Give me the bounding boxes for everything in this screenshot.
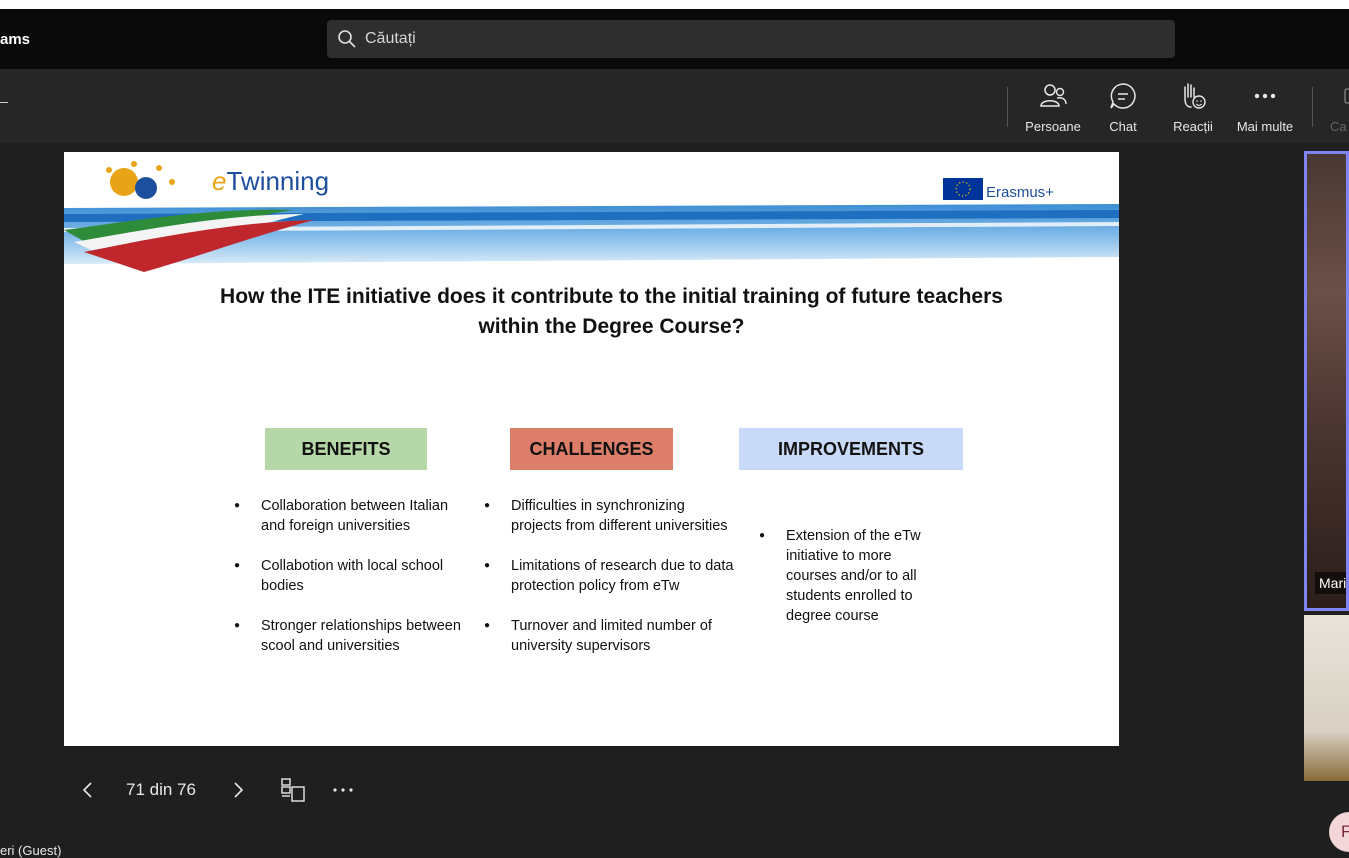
camera-button[interactable]: Ca — [1330, 81, 1349, 134]
erasmus-logo: Erasmus+ — [986, 184, 1054, 201]
people-label: Persoane — [1025, 119, 1081, 134]
benefits-list: Collaboration between Italian and foreig… — [234, 496, 474, 676]
chevron-right-icon — [234, 782, 244, 798]
more-dots-icon — [333, 788, 353, 792]
raise-hand-emoji-icon — [1184, 83, 1206, 109]
chat-label: Chat — [1109, 119, 1137, 134]
people-button[interactable]: Persoane — [1013, 81, 1093, 134]
list-item: Limitations of research due to data prot… — [484, 556, 734, 596]
etwinning-logo: eTwinning — [212, 166, 330, 196]
eu-flag-icon — [943, 178, 983, 200]
people-icon — [1040, 84, 1067, 107]
slide-question: How the ITE initiative does it contribut… — [220, 285, 1003, 338]
window-top-strip — [0, 0, 1349, 9]
toolbar-divider — [1312, 87, 1313, 127]
grid-view-icon — [281, 778, 305, 802]
guest-label: eri (Guest) — [0, 843, 62, 858]
reactions-label: Reacții — [1173, 119, 1213, 134]
camera-label: Ca — [1330, 119, 1347, 134]
app-title: ams — [0, 31, 31, 48]
list-item: Collaboration between Italian and foreig… — [234, 496, 474, 536]
participant-video-tile[interactable] — [1304, 615, 1349, 781]
reactions-button[interactable]: Reacții — [1153, 81, 1233, 134]
list-item: Turnover and limited number of universit… — [484, 616, 734, 656]
list-item: Extension of the eTw initiative to more … — [759, 526, 944, 626]
benefits-header: BENEFITS — [265, 428, 427, 470]
toolbar-divider — [1007, 87, 1008, 127]
participant-video — [1307, 154, 1346, 608]
participant-name: Mari — [1315, 572, 1346, 594]
more-button[interactable]: Mai multe — [1225, 81, 1305, 134]
slide-controls: 71 din 76 — [70, 770, 358, 810]
challenges-header: CHALLENGES — [510, 428, 673, 470]
page-indicator: 71 din 76 — [126, 780, 196, 799]
participant-video-tile[interactable]: Mari — [1304, 151, 1349, 611]
challenges-list: Difficulties in synchronizing projects f… — [484, 496, 734, 676]
camera-icon — [1344, 88, 1349, 104]
chat-icon — [1110, 83, 1136, 109]
more-label: Mai multe — [1236, 119, 1294, 134]
slide-grid-button[interactable] — [278, 778, 308, 802]
previous-slide-button[interactable] — [70, 780, 106, 800]
title-bar: ams Căutați — [0, 9, 1349, 69]
meeting-toolbar: Persoane Chat Reacții Mai multe Ca — [0, 69, 1349, 143]
next-slide-button[interactable] — [226, 780, 250, 800]
search-icon — [338, 30, 356, 48]
search-input[interactable]: Căutați — [365, 30, 416, 48]
improvements-header: IMPROVEMENTS — [739, 428, 963, 470]
list-item: Stronger relationships between scool and… — [234, 616, 474, 656]
list-item: Collabotion with local school bodies — [234, 556, 474, 596]
chevron-left-icon — [82, 782, 92, 798]
list-item: Difficulties in synchronizing projects f… — [484, 496, 734, 536]
more-dots-icon — [1254, 93, 1276, 99]
slide-more-button[interactable] — [328, 778, 358, 802]
chat-button[interactable]: Chat — [1083, 81, 1163, 134]
improvements-list: Extension of the eTw initiative to more … — [759, 526, 944, 646]
search-box[interactable]: Căutați — [327, 20, 1175, 58]
shared-slide: eTwinning Erasmus+ How the ITE initiativ… — [64, 152, 1119, 746]
meeting-timer-fragment — [0, 102, 8, 103]
